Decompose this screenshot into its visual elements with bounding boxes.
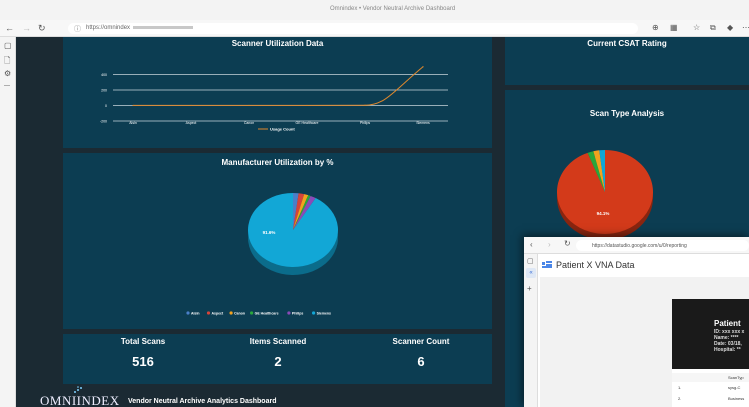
legend-swatch (312, 311, 316, 315)
data-point (306, 104, 308, 107)
browser-toolbar: ← → ↻ ⓘ https://omnindex ⊕ ▦ ☆ ⧉ ◆ ⋯ (0, 20, 749, 37)
legend-swatch (250, 311, 254, 315)
table-row: 2. Business (672, 394, 749, 403)
window-title: Omnindex • Vendor Neutral Archive Dashbo… (330, 6, 456, 12)
collections-icon[interactable]: ⧉ (710, 23, 716, 33)
x-tick-label: Philips (360, 121, 371, 125)
forward-icon[interactable]: › (548, 240, 551, 249)
scanner-utilization-panel: Scanner Utilization Data 400 200 0 -200 Aisi… (63, 37, 492, 148)
add-tab-icon[interactable]: + (527, 284, 532, 293)
stats-panel: Total Scans 516 Items Scanned 2 Scanner … (63, 334, 492, 384)
extension-icon[interactable]: ◆ (727, 23, 733, 32)
manufacturer-pie: 91.6% Aisin Aspect Canon GE Healthcare Philip… (186, 193, 338, 315)
x-tick-label: Aisin (129, 121, 137, 125)
overlay-tab-title: Patient X VNA Data (556, 260, 635, 270)
series-line (133, 66, 424, 106)
y-tick-label: 200 (101, 89, 107, 93)
report-header: Patient ID: xxx xxx x Name: **** Date: 0… (672, 299, 749, 369)
stat-label: Scanner Count (392, 337, 450, 346)
overlay-url-text: https://datastudio.google.com/u/0/report… (592, 243, 687, 249)
csat-panel: Current CSAT Rating (505, 37, 749, 85)
data-point (422, 66, 424, 68)
stat-value: 6 (417, 354, 425, 369)
x-tick-label: Canon (244, 121, 254, 125)
data-studio-icon (542, 261, 552, 269)
legend-label: Siemens (317, 311, 331, 315)
overlay-sidebar: ▢ « + (524, 254, 538, 407)
legend-label: GE Healthcare (255, 311, 279, 315)
legend-swatch (186, 311, 190, 315)
url-text: https://omnindex (86, 25, 131, 31)
data-point (132, 104, 134, 107)
zoom-icon[interactable]: ⊕ (652, 23, 659, 32)
x-tick-label: Aspect (186, 121, 197, 125)
row-text: sysg-C (728, 385, 741, 390)
row-number: 1. (678, 385, 682, 390)
apps-icon[interactable]: ▦ (670, 23, 678, 32)
pie-data-label: 91.6% (263, 230, 276, 235)
data-point (248, 104, 250, 107)
y-tick-label: 400 (101, 73, 107, 77)
address-bar[interactable]: ⓘ https://omnindex (68, 23, 638, 34)
legend-label: Aspect (212, 311, 225, 315)
tab-actions-icon[interactable]: ▢ (527, 257, 534, 265)
report-page: Patient ID: xxx xxx x Name: **** Date: 0… (672, 299, 749, 407)
more-icon[interactable]: ⋯ (742, 23, 749, 32)
forward-icon[interactable]: → (22, 23, 31, 33)
page-icon[interactable]: 🗋 (4, 55, 10, 69)
stat-label: Items Scanned (249, 337, 307, 346)
back-icon[interactable]: ← (5, 23, 14, 33)
reload-icon[interactable]: ↻ (38, 23, 46, 33)
omniindex-logo: OMNIINDEX (40, 393, 120, 407)
favorites-icon[interactable]: ☆ (693, 23, 700, 32)
line-chart: 400 200 0 -200 Aisin Aspect Canon GE Healthcare… (100, 66, 448, 132)
overlay-toolbar: ‹ › ↻ https://datastudio.google.com/u/0/… (524, 237, 749, 254)
row-number: 2. (678, 396, 682, 401)
back-icon[interactable]: ‹ (530, 240, 533, 249)
stat-items-scanned: Items Scanned 2 (228, 337, 328, 369)
pie-slice (248, 193, 338, 267)
legend-label: Philips (292, 311, 304, 315)
stat-total-scans: Total Scans 516 (93, 337, 193, 369)
dashboard-subtitle: Vendor Neutral Archive Analytics Dashboa… (128, 398, 277, 405)
browser-sidebar: ▢ 🗋 ⚙ — (0, 37, 16, 407)
reload-icon[interactable]: ↻ (564, 239, 571, 248)
data-point (364, 104, 366, 106)
legend-label: Usage Count (270, 127, 295, 132)
url-redacted (133, 25, 194, 29)
report-details: ID: xxx xxx x Name: **** Date: 03/18, Ho… (714, 329, 744, 353)
report-heading: Patient (714, 319, 741, 328)
manufacturer-panel: Manufacturer Utilization by % 91.6% Aisin… (63, 153, 492, 329)
legend-label: Canon (234, 311, 245, 315)
tab-actions-icon[interactable]: ▢ (4, 41, 12, 50)
collapse-icon[interactable]: « (526, 268, 536, 278)
info-icon[interactable]: ⓘ (74, 24, 81, 34)
report-table-header: ScanTyp (672, 373, 749, 382)
row-text: Business (728, 396, 745, 401)
y-tick-label: -200 (100, 120, 107, 124)
x-tick-label: Siemens (416, 121, 430, 125)
legend-swatch (206, 311, 211, 315)
table-header-text: ScanTyp (728, 375, 744, 380)
legend-label: Aisin (191, 311, 200, 315)
report-line: Hospital: ** (714, 347, 741, 353)
window-titlebar: Omnindex • Vendor Neutral Archive Dashbo… (0, 0, 749, 20)
menu-icon[interactable]: — (4, 83, 10, 89)
overlay-browser-window: ‹ › ↻ https://datastudio.google.com/u/0/… (524, 237, 749, 407)
x-tick-label: GE Healthcare (296, 121, 319, 125)
legend-swatch (229, 311, 233, 315)
settings-icon[interactable]: ⚙ (4, 69, 11, 78)
stat-label: Total Scans (120, 337, 166, 346)
stat-value: 2 (274, 354, 282, 369)
y-tick-label: 0 (105, 104, 107, 108)
csat-title: Current CSAT Rating (587, 39, 667, 48)
legend-swatch (287, 311, 291, 315)
data-point (190, 104, 192, 107)
overlay-address-bar[interactable]: https://datastudio.google.com/u/0/report… (576, 240, 749, 251)
stat-scanner-count: Scanner Count 6 (371, 337, 471, 369)
pie-data-label: 94.1% (597, 211, 610, 216)
overlay-tab[interactable]: Patient X VNA Data (538, 255, 749, 277)
stat-value: 516 (132, 354, 154, 369)
table-row: 1. sysg-C (672, 383, 749, 392)
